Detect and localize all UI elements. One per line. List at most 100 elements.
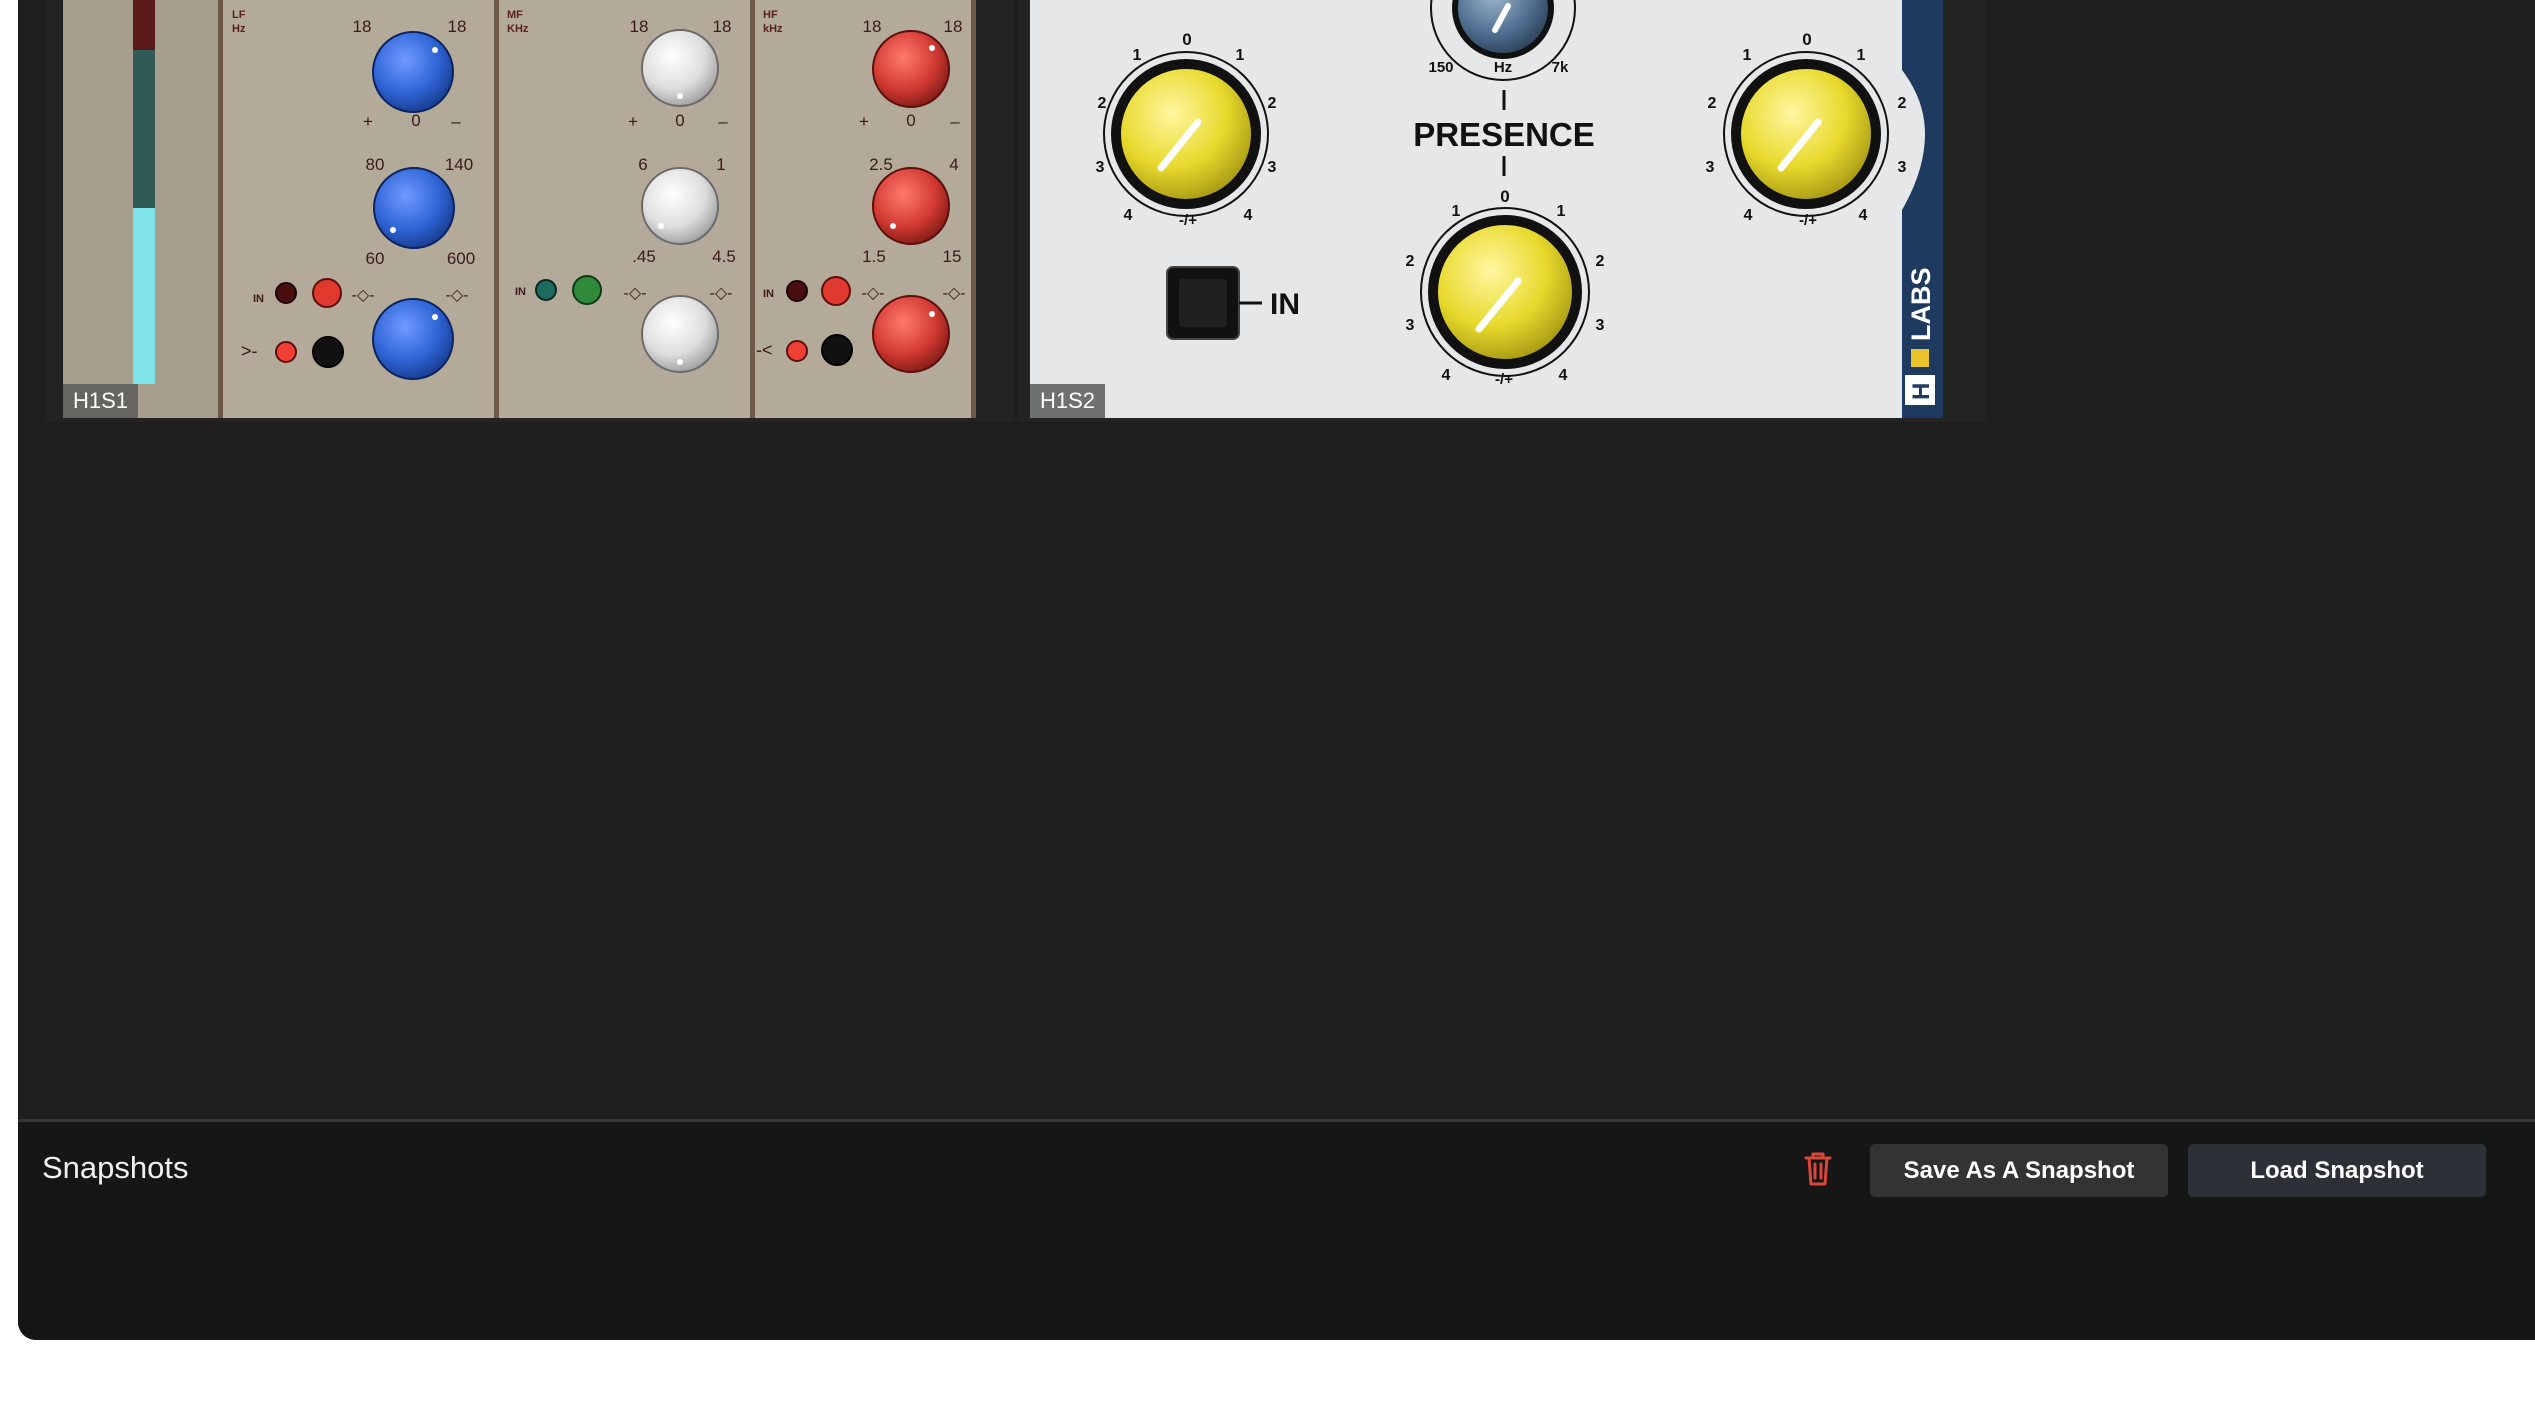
svg-text:Hz: Hz bbox=[1494, 59, 1512, 76]
save-snapshot-button[interactable]: Save As A Snapshot bbox=[1870, 1144, 2168, 1197]
svg-text:3: 3 bbox=[1406, 317, 1415, 334]
svg-text:600: 600 bbox=[447, 249, 475, 268]
meter-teal-zone bbox=[133, 50, 155, 210]
svg-text:60: 60 bbox=[366, 249, 385, 268]
lf-bell-icon: -◇- bbox=[352, 287, 375, 304]
svg-text:-/+: -/+ bbox=[1495, 371, 1513, 388]
hf-bell-icon-right: -◇- bbox=[943, 285, 966, 302]
svg-text:18: 18 bbox=[944, 17, 963, 36]
svg-text:0: 0 bbox=[1802, 30, 1811, 49]
svg-text:2: 2 bbox=[1098, 95, 1107, 112]
hf-in-button[interactable] bbox=[821, 276, 851, 306]
svg-text:7k: 7k bbox=[1552, 59, 1569, 76]
svg-text:3: 3 bbox=[1706, 159, 1715, 176]
plugin-label-h1s2: H1S2 bbox=[1030, 384, 1106, 418]
meter-red-zone bbox=[133, 0, 155, 50]
brand-name: LABS bbox=[1906, 268, 1936, 342]
lf-unit: Hz bbox=[232, 23, 246, 35]
lf-in-led bbox=[275, 282, 297, 304]
svg-text:150: 150 bbox=[1428, 59, 1453, 76]
mf-bell-icon: -◇- bbox=[624, 285, 647, 302]
lf-shelf-led bbox=[275, 341, 297, 363]
hf-shelf-button[interactable] bbox=[821, 334, 853, 366]
svg-text:80: 80 bbox=[366, 155, 385, 174]
load-snapshot-button[interactable]: Load Snapshot bbox=[2188, 1144, 2486, 1197]
brand-logo: H LABS bbox=[1905, 268, 1936, 405]
lf-freq-knob[interactable] bbox=[373, 167, 455, 249]
svg-text:3: 3 bbox=[1596, 317, 1605, 334]
hf-q-knob[interactable] bbox=[872, 295, 950, 373]
mf-in-button[interactable] bbox=[572, 275, 602, 305]
lf-gain-knob[interactable] bbox=[372, 31, 454, 113]
snapshots-title: Snapshots bbox=[42, 1150, 189, 1185]
svg-text:1: 1 bbox=[1743, 47, 1752, 64]
svg-text:4: 4 bbox=[1442, 367, 1451, 384]
svg-text:18: 18 bbox=[448, 17, 467, 36]
svg-text:IN: IN bbox=[763, 288, 774, 300]
svg-text:0: 0 bbox=[411, 111, 420, 130]
svg-text:1.5: 1.5 bbox=[862, 247, 886, 266]
hf-shelf-led bbox=[786, 340, 808, 362]
svg-text:–: – bbox=[451, 112, 461, 131]
mf-in-led bbox=[535, 279, 557, 301]
svg-text:4.5: 4.5 bbox=[712, 247, 736, 266]
delete-snapshot-button[interactable] bbox=[1800, 1148, 1836, 1190]
svg-text:18: 18 bbox=[713, 17, 732, 36]
svg-text:18: 18 bbox=[630, 17, 649, 36]
svg-text:4: 4 bbox=[1744, 207, 1753, 224]
mf-bell-icon-right: -◇- bbox=[710, 285, 733, 302]
hf-unit: kHz bbox=[763, 23, 783, 35]
svg-text:15: 15 bbox=[943, 247, 962, 266]
svg-text:.45: .45 bbox=[632, 247, 656, 266]
svg-text:1: 1 bbox=[1557, 203, 1566, 220]
mf-freq-knob[interactable] bbox=[641, 167, 719, 245]
svg-text:3: 3 bbox=[1898, 159, 1907, 176]
svg-text:6: 6 bbox=[638, 155, 647, 174]
lf-shelf-button[interactable] bbox=[312, 336, 344, 368]
svg-text:2: 2 bbox=[1268, 95, 1277, 112]
lf-title: LF bbox=[232, 9, 246, 21]
meter-level-bar bbox=[133, 208, 155, 384]
mf-section: MF KHz 18 18 + 0 – 6 1 .45 4.5 IN -◇- -◇… bbox=[507, 9, 736, 373]
svg-text:4: 4 bbox=[1559, 367, 1568, 384]
plugin-h1s1-panel[interactable]: LF Hz 18 18 + 0 – 80 140 60 600 IN >- -◇… bbox=[63, 0, 976, 418]
hf-section: HF kHz 18 18 + 0 – 2.5 4 1.5 15 IN -< -◇… bbox=[756, 9, 966, 373]
svg-text:-/+: -/+ bbox=[1799, 212, 1817, 229]
svg-text:0: 0 bbox=[906, 111, 915, 130]
svg-text:+: + bbox=[628, 112, 638, 131]
svg-text:0: 0 bbox=[675, 111, 684, 130]
svg-text:1: 1 bbox=[1133, 47, 1142, 64]
plugin-h1s2-panel[interactable]: 0 1 1 2 2 3 3 4 4 -/+ IN 150 Hz 7k PRESE… bbox=[1030, 0, 1943, 418]
svg-text:3: 3 bbox=[1268, 159, 1277, 176]
lf-shelf-icon: >- bbox=[241, 341, 258, 361]
mf-unit: KHz bbox=[507, 23, 529, 35]
hf-freq-knob[interactable] bbox=[872, 167, 950, 245]
svg-text:2: 2 bbox=[1596, 253, 1605, 270]
svg-text:–: – bbox=[718, 112, 728, 131]
svg-text:1: 1 bbox=[716, 155, 725, 174]
svg-text:2.5: 2.5 bbox=[869, 155, 893, 174]
lf-in-button[interactable] bbox=[312, 278, 342, 308]
svg-text:4: 4 bbox=[949, 155, 958, 174]
svg-text:0: 0 bbox=[1182, 30, 1191, 49]
svg-text:18: 18 bbox=[353, 17, 372, 36]
svg-text:-/+: -/+ bbox=[1179, 212, 1197, 229]
lf-q-knob[interactable] bbox=[372, 298, 454, 380]
svg-text:IN: IN bbox=[253, 293, 264, 305]
svg-text:–: – bbox=[950, 112, 960, 131]
svg-text:2: 2 bbox=[1708, 95, 1717, 112]
svg-text:4: 4 bbox=[1124, 207, 1133, 224]
plugin-label-h1s1: H1S1 bbox=[63, 384, 139, 418]
hf-shelf-icon: -< bbox=[756, 340, 773, 360]
svg-text:2: 2 bbox=[1406, 253, 1415, 270]
svg-text:140: 140 bbox=[445, 155, 473, 174]
svg-text:IN: IN bbox=[515, 286, 526, 298]
svg-text:1: 1 bbox=[1857, 47, 1866, 64]
hf-gain-knob[interactable] bbox=[872, 30, 950, 108]
svg-text:2: 2 bbox=[1898, 95, 1907, 112]
svg-text:H: H bbox=[1908, 383, 1935, 400]
hf-in-led bbox=[786, 280, 808, 302]
svg-text:0: 0 bbox=[1500, 187, 1509, 206]
svg-text:4: 4 bbox=[1244, 207, 1253, 224]
svg-text:+: + bbox=[859, 112, 869, 131]
